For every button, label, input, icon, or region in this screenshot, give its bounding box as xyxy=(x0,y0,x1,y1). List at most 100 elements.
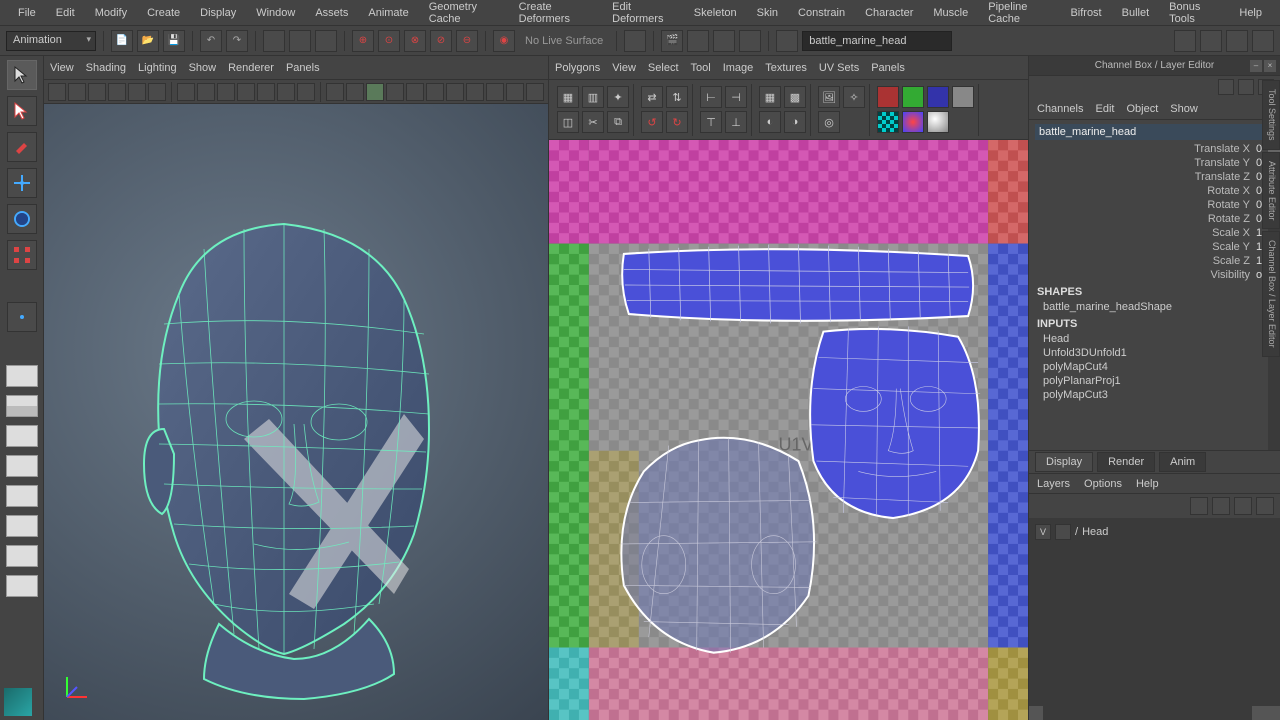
channel-mode-1-icon[interactable] xyxy=(1218,79,1234,95)
menu-constrain[interactable]: Constrain xyxy=(788,3,855,23)
side-tab-tool-settings[interactable]: Tool Settings xyxy=(1262,80,1280,150)
layer-visibility-toggle[interactable]: V xyxy=(1035,524,1051,540)
vp-gate-mask-icon[interactable] xyxy=(237,83,255,101)
uv-view-g-icon[interactable] xyxy=(902,86,924,108)
toggle-attribute-editor-icon[interactable] xyxy=(1174,30,1196,52)
menu-edit[interactable]: Edit xyxy=(46,3,85,23)
uv-menu-view[interactable]: View xyxy=(612,62,636,74)
uv-menu-image[interactable]: Image xyxy=(723,62,754,74)
menu-geometry-cache[interactable]: Geometry Cache xyxy=(419,0,509,29)
attr-visibility[interactable]: Visibilityon xyxy=(1035,268,1274,282)
uv-smudge-icon[interactable]: ✦ xyxy=(607,86,629,108)
menu-assets[interactable]: Assets xyxy=(305,3,358,23)
uv-view-r-icon[interactable] xyxy=(877,86,899,108)
input-unfold[interactable]: Unfold3DUnfold1 xyxy=(1035,346,1274,360)
layout-three-top-icon[interactable] xyxy=(6,485,38,507)
tab-object[interactable]: Object xyxy=(1126,103,1158,115)
menu-pipeline-cache[interactable]: Pipeline Cache xyxy=(978,0,1060,29)
layer-menu-options[interactable]: Options xyxy=(1084,478,1122,490)
shape-name[interactable]: battle_marine_headShape xyxy=(1035,300,1274,314)
scale-tool[interactable] xyxy=(7,240,37,270)
uv-dim-icon[interactable]: ◑ xyxy=(784,111,806,133)
snap-plane-icon[interactable]: ⊘ xyxy=(430,30,452,52)
uv-sphere-icon[interactable] xyxy=(927,111,949,133)
channel-mode-2-icon[interactable] xyxy=(1238,79,1254,95)
vp-field-chart-icon[interactable] xyxy=(257,83,275,101)
menu-bifrost[interactable]: Bifrost xyxy=(1060,3,1111,23)
snap-live-icon[interactable]: ⊖ xyxy=(456,30,478,52)
attr-translate-y[interactable]: Translate Y0 xyxy=(1035,156,1274,170)
uv-cut-icon[interactable]: ✂ xyxy=(582,111,604,133)
uv-flip-u-icon[interactable]: ⇄ xyxy=(641,86,663,108)
toggle-channel-box-icon[interactable] xyxy=(1226,30,1248,52)
select-tool[interactable] xyxy=(7,60,37,90)
uv-align-u-max-icon[interactable]: ⊣ xyxy=(725,86,747,108)
tab-edit[interactable]: Edit xyxy=(1095,103,1114,115)
menu-edit-deformers[interactable]: Edit Deformers xyxy=(602,0,684,29)
tab-show[interactable]: Show xyxy=(1170,103,1198,115)
selection-name-field[interactable] xyxy=(802,31,952,51)
viewport-3d[interactable] xyxy=(44,104,548,720)
uv-rotate-ccw-icon[interactable]: ↺ xyxy=(641,111,663,133)
side-tab-channel-box[interactable]: Channel Box / Layer Editor xyxy=(1262,231,1280,357)
snap-grid-icon[interactable]: ⊕ xyxy=(352,30,374,52)
menu-create[interactable]: Create xyxy=(137,3,190,23)
vp-menu-shading[interactable]: Shading xyxy=(86,62,126,74)
redo-icon[interactable]: ↷ xyxy=(226,30,248,52)
layout-three-left-icon[interactable] xyxy=(6,515,38,537)
menu-skeleton[interactable]: Skeleton xyxy=(684,3,747,23)
uv-menu-uvsets[interactable]: UV Sets xyxy=(819,62,859,74)
layer-type-toggle[interactable] xyxy=(1055,524,1071,540)
attr-translate-x[interactable]: Translate X0 xyxy=(1035,142,1274,156)
attr-scale-y[interactable]: Scale Y1 xyxy=(1035,240,1274,254)
uv-align-v-max-icon[interactable]: ⊥ xyxy=(725,111,747,133)
snap-point-icon[interactable]: ⊗ xyxy=(404,30,426,52)
uv-baked-icon[interactable]: ◎ xyxy=(818,111,840,133)
menu-muscle[interactable]: Muscle xyxy=(923,3,978,23)
vp-grid-icon[interactable] xyxy=(177,83,195,101)
attr-scale-x[interactable]: Scale X1 xyxy=(1035,226,1274,240)
vp-aa-icon[interactable] xyxy=(466,83,484,101)
vp-menu-panels[interactable]: Panels xyxy=(286,62,320,74)
layer-new-empty-icon[interactable] xyxy=(1234,497,1252,515)
menu-skin[interactable]: Skin xyxy=(747,3,788,23)
vp-xray-icon[interactable] xyxy=(526,83,544,101)
vp-menu-view[interactable]: View xyxy=(50,62,74,74)
layout-outliner-icon[interactable] xyxy=(6,545,38,567)
layer-row-head[interactable]: V / Head xyxy=(1033,522,1276,542)
uv-menu-select[interactable]: Select xyxy=(648,62,679,74)
menu-bullet[interactable]: Bullet xyxy=(1112,3,1160,23)
menu-character[interactable]: Character xyxy=(855,3,923,23)
open-scene-icon[interactable]: 📂 xyxy=(137,30,159,52)
layer-move-up-icon[interactable] xyxy=(1190,497,1208,515)
uv-shade-icon[interactable]: ◐ xyxy=(759,111,781,133)
paint-select-tool[interactable] xyxy=(7,132,37,162)
vp-resolution-gate-icon[interactable] xyxy=(217,83,235,101)
select-edge-icon[interactable] xyxy=(289,30,311,52)
uv-menu-panels[interactable]: Panels xyxy=(871,62,905,74)
uv-view-b-icon[interactable] xyxy=(927,86,949,108)
uv-viewport[interactable]: U1V1 xyxy=(549,140,1028,720)
uv-sew-icon[interactable]: ⧉ xyxy=(607,111,629,133)
input-planarproj[interactable]: polyPlanarProj1 xyxy=(1035,374,1274,388)
layout-single-icon[interactable] xyxy=(6,365,38,387)
attr-rotate-z[interactable]: Rotate Z0 xyxy=(1035,212,1274,226)
vp-2d-pan-icon[interactable] xyxy=(128,83,146,101)
vp-dof-icon[interactable] xyxy=(486,83,504,101)
menu-modify[interactable]: Modify xyxy=(85,3,137,23)
menu-display[interactable]: Display xyxy=(190,3,246,23)
uv-flip-v-icon[interactable]: ⇅ xyxy=(666,86,688,108)
vp-shaded-icon[interactable] xyxy=(346,83,364,101)
uv-lattice-icon[interactable]: ▥ xyxy=(582,86,604,108)
ipr-render-icon[interactable] xyxy=(687,30,709,52)
layout-two-stacked-icon[interactable] xyxy=(6,455,38,477)
uv-image-toggle-icon[interactable]: 🖼 xyxy=(818,86,840,108)
uv-grid-toggle-icon[interactable]: ▦ xyxy=(759,86,781,108)
uv-snapshot-icon[interactable]: ▦ xyxy=(557,86,579,108)
layer-move-down-icon[interactable] xyxy=(1212,497,1230,515)
uv-menu-tool[interactable]: Tool xyxy=(691,62,711,74)
uv-color-icon[interactable] xyxy=(902,111,924,133)
vp-film-gate-icon[interactable] xyxy=(197,83,215,101)
attr-rotate-x[interactable]: Rotate X0 xyxy=(1035,184,1274,198)
render-view-icon[interactable] xyxy=(713,30,735,52)
